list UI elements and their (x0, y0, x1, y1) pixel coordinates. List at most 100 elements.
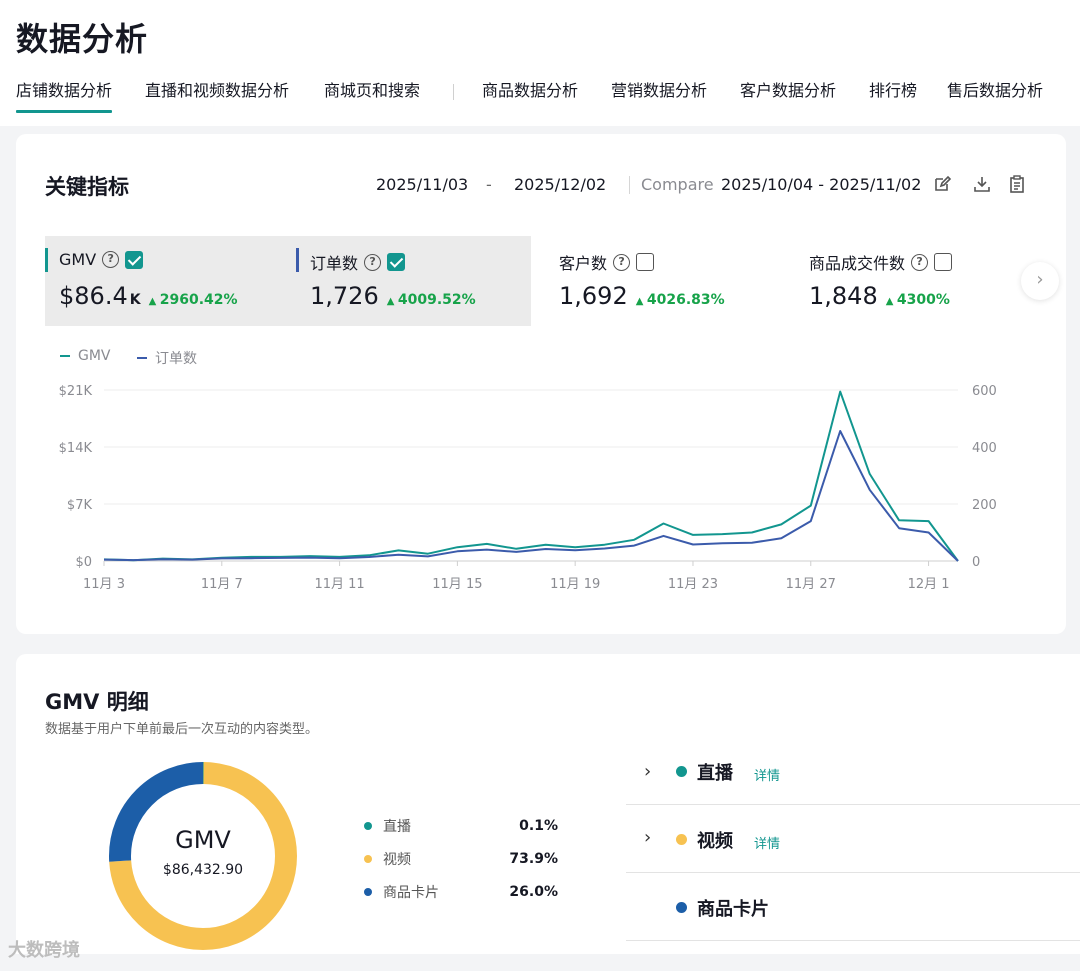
share-dot (364, 822, 372, 830)
help-icon[interactable]: ? (613, 253, 631, 271)
x-tick-label: 11月 3 (83, 577, 125, 592)
chevron-right-icon[interactable]: › (644, 827, 651, 848)
share-label: 商品卡片 (383, 885, 439, 901)
tab-marketing-analysis[interactable]: 营销数据分析 (611, 80, 707, 102)
detail-dot (676, 766, 687, 777)
detail-link[interactable]: 详情 (754, 833, 780, 852)
legend-swatch (137, 357, 147, 359)
tab-live-video-analysis[interactable]: 直播和视频数据分析 (145, 80, 289, 102)
detail-label: 视频 (697, 831, 733, 852)
detail-label: 商品卡片 (697, 899, 769, 920)
metric-value: 1,726 (310, 282, 379, 310)
tab-mall-search[interactable]: 商城页和搜索 (324, 80, 420, 102)
share-dot (364, 855, 372, 863)
chevron-right-icon[interactable]: › (644, 761, 651, 782)
y-left-tick-label: $21K (59, 384, 93, 399)
compare-label: Compare (641, 175, 714, 194)
detail-dot (676, 902, 687, 913)
tab-divider (453, 84, 454, 100)
help-icon[interactable]: ? (911, 253, 929, 271)
date-start[interactable]: 2025/11/03 (376, 175, 468, 194)
currency-symbol: $ (59, 282, 75, 310)
metric-value: 86.4 (74, 282, 128, 310)
share-value: 26.0% (509, 884, 558, 900)
tab-customer-analysis[interactable]: 客户数据分析 (740, 80, 836, 102)
series-line-orders (103, 430, 959, 562)
detail-row-product-card[interactable]: 商品卡片 (626, 873, 1080, 941)
metric-value-row: 1,692 4026.83% (559, 282, 725, 310)
metric-accent-bar (296, 248, 299, 272)
metric-value: 1,848 (809, 282, 878, 310)
detail-dot (676, 834, 687, 845)
top-header: 数据分析 店铺数据分析 直播和视频数据分析 商城页和搜索 商品数据分析 营销数据… (0, 0, 1080, 126)
x-tick-label: 11月 15 (432, 577, 482, 592)
detail-row-video[interactable]: › 视频 详情 (626, 805, 1080, 873)
edit-icon[interactable] (932, 174, 952, 194)
tab-store-analysis[interactable]: 店铺数据分析 (16, 80, 113, 113)
y-right-tick-label: 0 (972, 555, 980, 570)
y-left-tick-label: $7K (67, 498, 93, 513)
y-right-tick-label: 200 (972, 498, 997, 513)
help-icon[interactable]: ? (364, 253, 382, 271)
download-icon[interactable] (972, 174, 992, 194)
help-icon[interactable]: ? (102, 251, 120, 268)
series-line-gmv (103, 390, 959, 562)
y-right-tick-label: 600 (972, 384, 997, 399)
legend-swatch (60, 355, 70, 357)
x-tick-label: 11月 19 (550, 577, 600, 592)
metric-label: 商品成交件数 (809, 254, 906, 273)
date-separator: - (486, 175, 492, 194)
metric-label-row: GMV ? (59, 250, 144, 269)
x-tick-label: 11月 23 (668, 577, 718, 592)
legend-label: GMV (78, 348, 111, 364)
metric-label: 订单数 (310, 254, 359, 273)
metric-checkbox[interactable] (934, 253, 953, 271)
metric-delta: 2960.42% (149, 292, 238, 308)
metric-card-items-sold[interactable]: 商品成交件数 ? 1,848 4300% (795, 236, 995, 326)
share-row-live: 直播 0.1% (364, 816, 558, 836)
tab-aftersales-analysis[interactable]: 售后数据分析 (947, 80, 1043, 102)
share-label: 直播 (383, 819, 411, 835)
metric-label-row: 客户数 ? (559, 250, 655, 274)
x-tick-label: 11月 7 (201, 577, 243, 592)
chevron-right-icon[interactable]: › (1021, 262, 1059, 300)
share-value: 0.1% (519, 818, 558, 834)
page-title: 数据分析 (16, 20, 149, 58)
metric-card-gmv[interactable]: GMV ? $86.4 K 2960.42% (45, 236, 288, 326)
clipboard-icon[interactable] (1007, 174, 1027, 194)
metric-checkbox[interactable] (387, 253, 406, 271)
metric-value: 1,692 (559, 282, 628, 310)
tab-product-analysis[interactable]: 商品数据分析 (482, 80, 578, 102)
share-value: 73.9% (509, 851, 558, 867)
tab-rankings[interactable]: 排行榜 (869, 80, 917, 102)
donut-center-value: $86,432.90 (162, 862, 244, 878)
metric-card-customers[interactable]: 客户数 ? 1,692 4026.83% (545, 236, 785, 326)
date-end[interactable]: 2025/12/02 (514, 175, 606, 194)
metric-card-orders[interactable]: 订单数 ? 1,726 4009.52% (288, 236, 531, 326)
gmv-detail-subtitle: 数据基于用户下单前最后一次互动的内容类型。 (45, 722, 319, 737)
metric-checkbox[interactable] (636, 253, 655, 271)
metric-label-row: 商品成交件数 ? (809, 250, 953, 274)
legend-orders[interactable]: 订单数 (137, 348, 197, 368)
share-label: 视频 (383, 852, 411, 868)
metric-label: 客户数 (559, 254, 608, 273)
metric-delta: 4009.52% (387, 292, 476, 308)
detail-label: 直播 (697, 763, 733, 784)
compare-date-range[interactable]: 2025/10/04 - 2025/11/02 (721, 175, 921, 194)
share-row-video: 视频 73.9% (364, 849, 558, 869)
x-tick-label: 12月 1 (908, 577, 950, 592)
donut-chart (109, 762, 297, 950)
share-dot (364, 888, 372, 896)
metric-value-row: 1,726 4009.52% (310, 282, 476, 310)
metric-checkbox[interactable] (125, 250, 144, 269)
metric-accent-bar (45, 248, 48, 272)
metric-unit: K (129, 292, 141, 308)
gmv-detail-title: GMV 明细 (45, 690, 149, 714)
detail-row-live[interactable]: › 直播 详情 (626, 737, 1080, 805)
detail-link[interactable]: 详情 (754, 765, 780, 784)
donut-center-title: GMV (175, 826, 231, 854)
legend-gmv[interactable]: GMV (60, 348, 111, 364)
metric-value-row: $86.4 K 2960.42% (59, 282, 238, 310)
source-badge: 大数跨境 (8, 940, 80, 961)
key-metrics-title: 关键指标 (45, 175, 129, 199)
